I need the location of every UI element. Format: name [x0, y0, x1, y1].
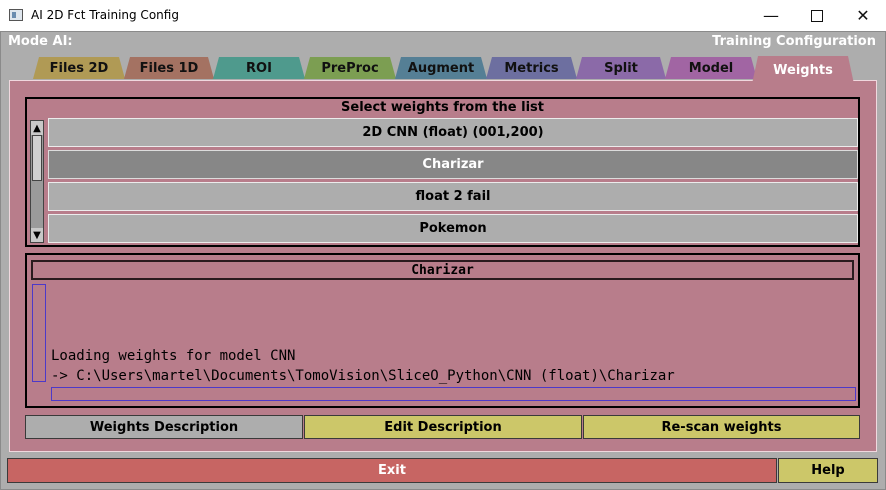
log-line: -> C:\Users\martel\Documents\TomoVision\… — [51, 368, 675, 384]
weights-list: Select weights from the list ▲ ▼ 2D CNN … — [25, 97, 860, 247]
scroll-thumb[interactable] — [32, 135, 42, 181]
tab-model[interactable]: Model — [665, 57, 757, 79]
tab-roi[interactable]: ROI — [213, 57, 305, 79]
scroll-down-icon[interactable]: ▼ — [31, 228, 43, 242]
list-item-float-2-fail[interactable]: float 2 fail — [48, 182, 858, 211]
maximize-button[interactable] — [794, 0, 840, 31]
close-icon: ✕ — [856, 6, 870, 25]
weights-list-header: Select weights from the list — [341, 100, 544, 115]
list-item-2d-cnn[interactable]: 2D CNN (float) (001,200) — [48, 118, 858, 147]
list-item-charizar[interactable]: Charizar — [48, 150, 858, 179]
rescan-weights-button[interactable]: Re-scan weights — [583, 415, 860, 439]
description-box: Charizar Loading weights for model CNN -… — [25, 253, 860, 408]
close-button[interactable]: ✕ — [840, 0, 886, 31]
minimize-icon: — — [763, 6, 779, 25]
window-title: AI 2D Fct Training Config — [31, 8, 179, 22]
weights-description-button[interactable]: Weights Description — [25, 415, 303, 439]
tab-weights[interactable]: Weights — [752, 56, 854, 84]
maximize-icon — [811, 9, 823, 22]
description-scrollbar[interactable] — [32, 284, 46, 382]
exit-button[interactable]: Exit — [7, 458, 777, 483]
minimize-button[interactable]: — — [748, 0, 794, 31]
config-label: Training Configuration — [712, 34, 876, 49]
tab-files-1d[interactable]: Files 1D — [124, 57, 214, 79]
list-item-pokemon[interactable]: Pokemon — [48, 214, 858, 243]
tab-preproc[interactable]: PreProc — [304, 57, 396, 79]
tab-files-2d[interactable]: Files 2D — [33, 57, 125, 79]
title-bar: AI 2D Fct Training Config — ✕ — [0, 0, 886, 31]
help-button[interactable]: Help — [778, 458, 878, 483]
tab-split[interactable]: Split — [576, 57, 666, 79]
scroll-up-icon[interactable]: ▲ — [31, 121, 43, 135]
description-title: Charizar — [31, 260, 854, 280]
edit-description-button[interactable]: Edit Description — [304, 415, 582, 439]
app-icon — [9, 9, 23, 21]
tab-augment[interactable]: Augment — [395, 57, 487, 79]
description-input[interactable] — [51, 387, 856, 401]
weights-list-scrollbar[interactable]: ▲ ▼ — [30, 120, 44, 243]
mode-label: Mode AI: — [8, 34, 73, 49]
log-line: Loading weights for model CNN — [51, 348, 296, 364]
tab-metrics[interactable]: Metrics — [486, 57, 577, 79]
